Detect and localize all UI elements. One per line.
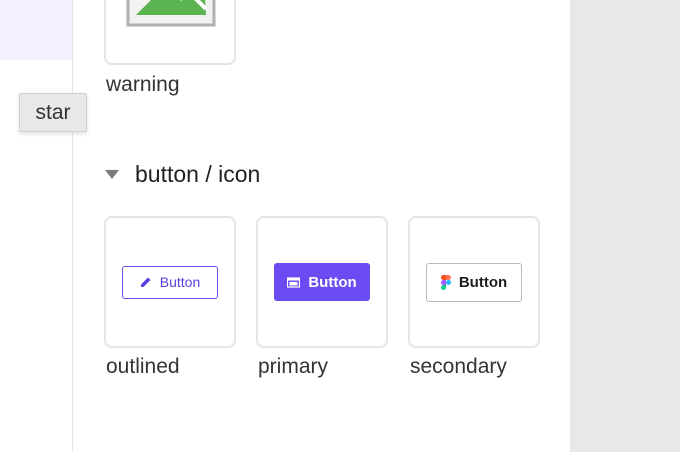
- tooltip: star: [19, 93, 87, 132]
- outlined-button-label: Button: [159, 274, 201, 290]
- component-card-primary[interactable]: Button: [256, 216, 388, 348]
- left-panel: [0, 0, 73, 452]
- broken-image-icon: [126, 0, 216, 27]
- component-card-warning[interactable]: [104, 0, 236, 65]
- primary-button-label: Button: [308, 273, 357, 291]
- secondary-button-label: Button: [458, 273, 508, 291]
- component-label-secondary: secondary: [410, 355, 507, 378]
- secondary-button[interactable]: Button: [426, 262, 522, 302]
- component-label-primary: primary: [258, 355, 329, 378]
- left-panel-selected-item[interactable]: [0, 0, 72, 60]
- component-label-warning: warning: [106, 73, 180, 96]
- primary-button[interactable]: Button: [274, 263, 370, 301]
- figma-logo-icon: [440, 274, 451, 290]
- component-card-secondary[interactable]: Button: [408, 216, 540, 348]
- window-icon: [287, 276, 301, 288]
- right-empty-area: [570, 0, 680, 452]
- component-label-outlined: outlined: [106, 355, 180, 378]
- caret-down-icon[interactable]: [105, 169, 119, 179]
- component-card-outlined[interactable]: Button: [104, 216, 236, 348]
- outlined-button[interactable]: Button: [122, 265, 218, 299]
- pencil-icon: [140, 276, 152, 288]
- section-header[interactable]: button / icon: [104, 158, 260, 190]
- section-title: button / icon: [135, 160, 261, 187]
